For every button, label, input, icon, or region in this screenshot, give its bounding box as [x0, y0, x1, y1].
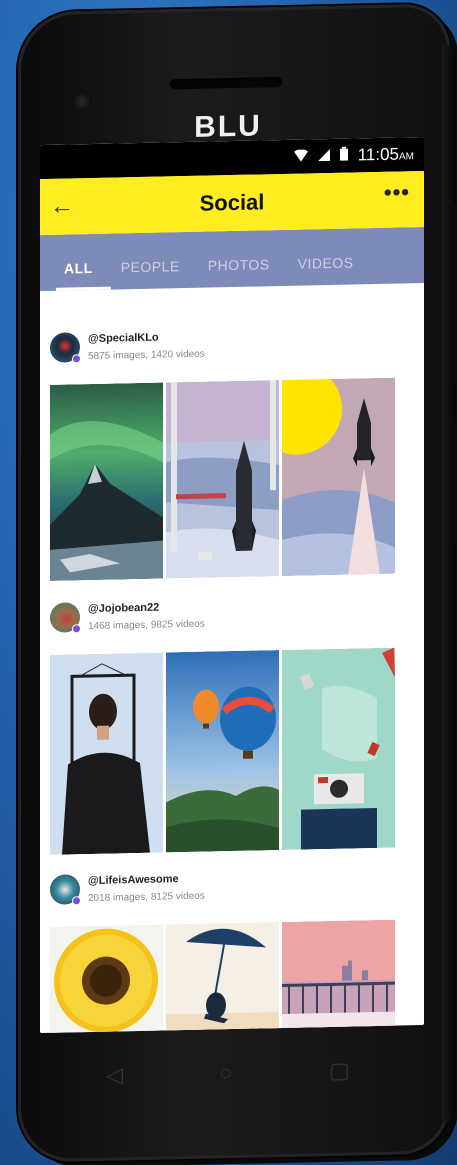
thumbnail-man-in-frame[interactable] [50, 652, 163, 855]
front-camera [72, 90, 92, 112]
post-card: @Jojobean22 1468 images, 9825 videos [40, 587, 424, 855]
back-arrow-icon[interactable]: ← [50, 192, 74, 221]
avatar[interactable] [50, 874, 81, 906]
thumbnail-row [40, 919, 424, 1034]
thumbnail-pink-skyline[interactable] [282, 919, 395, 1034]
user-handle[interactable]: @Jojobean22 [88, 600, 205, 614]
battery-icon [339, 146, 348, 166]
avatar[interactable] [50, 332, 81, 364]
tab-all[interactable]: ALL [50, 260, 107, 291]
tab-people[interactable]: PEOPLE [107, 258, 194, 290]
avatar[interactable] [50, 602, 81, 634]
thumbnail-hot-air-balloons[interactable] [166, 650, 279, 853]
user-handle[interactable]: @LifeisAwesome [88, 872, 205, 887]
thumbnail-sunflower[interactable] [50, 924, 163, 1034]
power-button [452, 423, 457, 544]
tab-photos[interactable]: PHOTOS [194, 256, 284, 288]
thumbnail-rocket-launch-sun[interactable] [282, 377, 395, 576]
nav-home-icon[interactable]: ○ [219, 1060, 232, 1086]
thumbnail-row [40, 647, 424, 855]
tab-videos[interactable]: VIDEOS [284, 254, 368, 286]
app-bar: ← Social ••• [40, 171, 424, 236]
thumbnail-aurora-mountain[interactable] [50, 382, 163, 581]
volume-button [452, 203, 457, 384]
page-title: Social [199, 189, 265, 216]
earpiece-speaker [170, 76, 282, 90]
feed: @SpecialKLo 5875 images, 1420 videos @Jo… [40, 283, 424, 1034]
online-indicator [72, 624, 81, 634]
post-card: @LifeisAwesome 2018 images, 8125 videos [40, 859, 424, 1034]
nav-recents-icon[interactable]: ▢ [329, 1058, 350, 1084]
nav-back-icon[interactable]: ◁ [106, 1062, 123, 1088]
online-indicator [72, 896, 81, 906]
phone-body: BLU 11:05AM ← Social ••• ALL PEOPLE PHOT… [18, 3, 457, 1163]
media-counts: 2018 images, 8125 videos [88, 890, 205, 904]
media-counts: 5875 images, 1420 videos [88, 348, 205, 362]
thumbnail-beach-umbrella[interactable] [166, 922, 279, 1034]
thumbnail-polaroid-camera[interactable] [282, 647, 395, 850]
post-card: @SpecialKLo 5875 images, 1420 videos [40, 317, 424, 581]
thumbnail-row [40, 377, 424, 581]
wifi-icon [293, 146, 308, 166]
post-header[interactable]: @LifeisAwesome 2018 images, 8125 videos [40, 859, 424, 913]
post-header[interactable]: @Jojobean22 1468 images, 9825 videos [40, 587, 424, 641]
thumbnail-rocket-birch-landscape[interactable] [166, 380, 279, 579]
screen: 11:05AM ← Social ••• ALL PEOPLE PHOTOS V… [40, 137, 424, 1034]
more-dots-icon[interactable]: ••• [384, 179, 410, 206]
system-nav-bar: ◁ ○ ▢ [58, 1040, 398, 1107]
online-indicator [72, 354, 81, 364]
signal-icon [317, 146, 330, 166]
user-handle[interactable]: @SpecialKLo [88, 330, 205, 344]
status-time: 11:05AM [357, 144, 414, 165]
tab-bar: ALL PEOPLE PHOTOS VIDEOS [40, 227, 424, 292]
post-header[interactable]: @SpecialKLo 5875 images, 1420 videos [40, 317, 424, 371]
media-counts: 1468 images, 9825 videos [88, 618, 205, 632]
